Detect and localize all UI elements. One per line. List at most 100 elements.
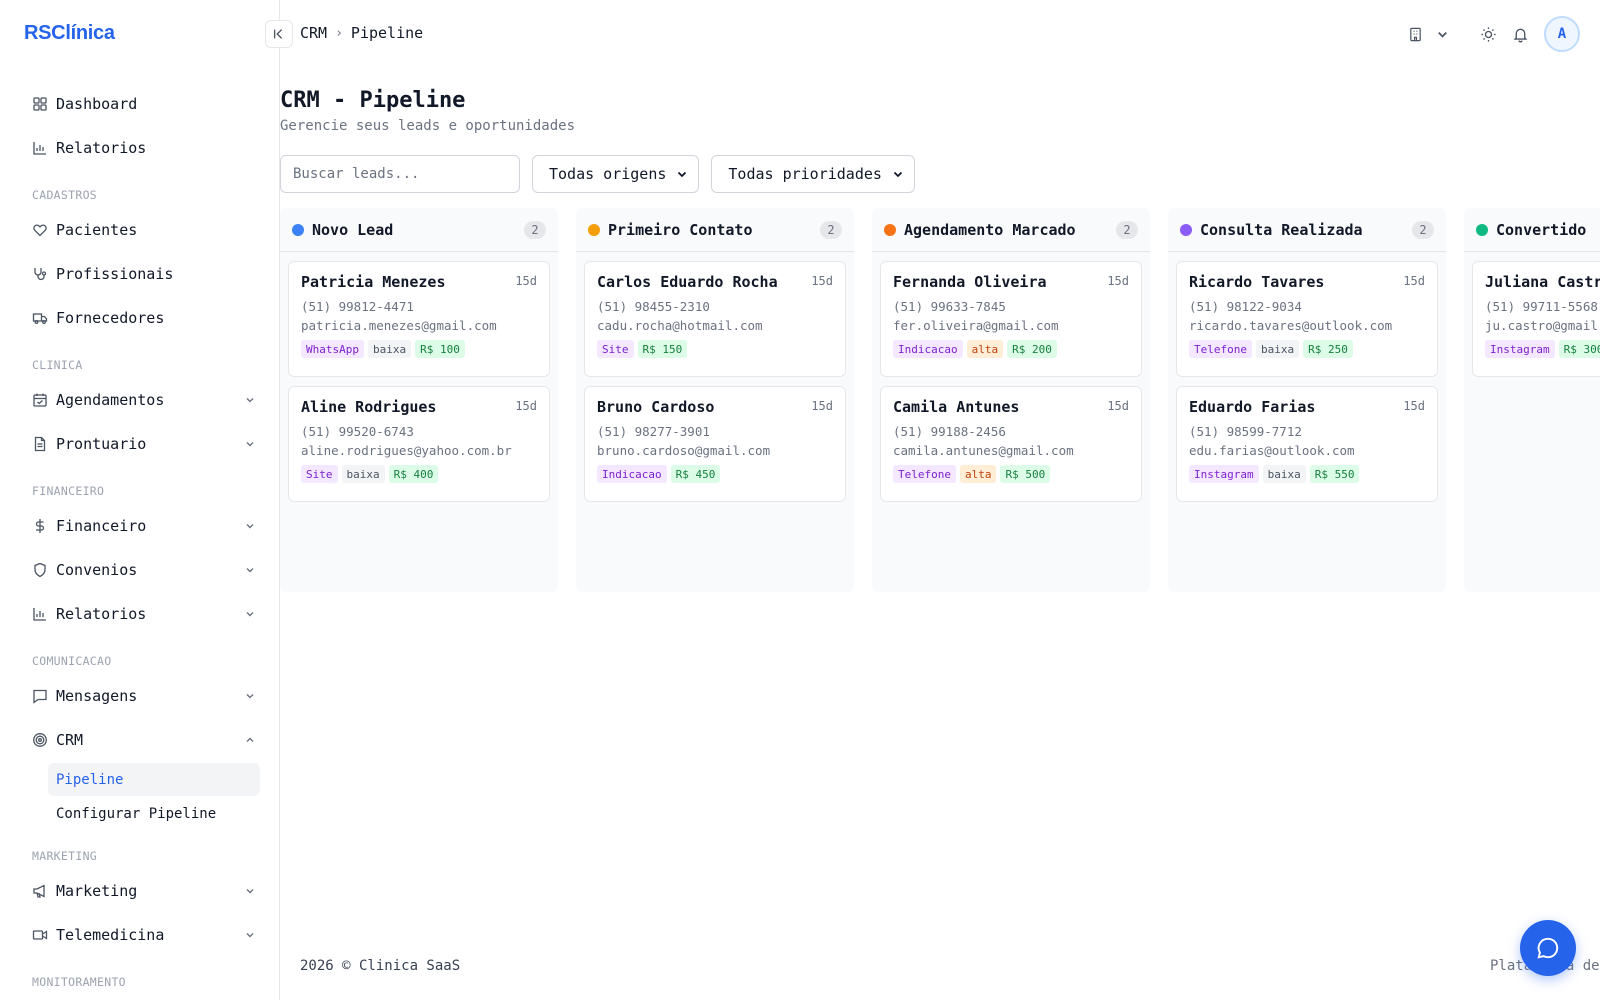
sidebar-item-label: Prontuario (56, 435, 147, 453)
bar-chart-icon (32, 606, 48, 622)
card-list: Carlos Eduardo Rocha 15d (51) 98455-2310 ca… (576, 252, 854, 511)
sidebar-item-label: Mensagens (56, 687, 138, 705)
section-heading: CADASTROS (32, 188, 98, 202)
chevron-down-icon (244, 438, 256, 450)
stage-color-dot (884, 223, 896, 236)
lead-phone: (51) 99188-2456 (893, 424, 1006, 439)
sidebar-item-dashboard[interactable]: Dashboard (0, 82, 279, 126)
lead-name: Patricia Menezes (301, 273, 446, 291)
lead-age: 15d (515, 399, 537, 413)
column-header: Convertido (1464, 208, 1600, 252)
lead-name: Camila Antunes (893, 398, 1020, 416)
page-subtitle: Gerencie seus leads e oportunidades (280, 118, 576, 134)
page-title: CRM - Pipeline (280, 88, 466, 113)
sidebar-subitem-pipeline[interactable]: Pipeline (48, 763, 260, 796)
sidebar-item-profissionais[interactable]: Profissionais (0, 252, 279, 296)
sidebar-item-fornecedores[interactable]: Fornecedores (0, 296, 279, 340)
chat-button[interactable] (1520, 920, 1576, 976)
sidebar-item-label: Relatorios (56, 139, 147, 157)
lead-age: 15d (1107, 274, 1129, 288)
sidebar-item-label: CRM (56, 731, 84, 749)
priority-select[interactable]: Todas prioridades (711, 155, 915, 193)
lead-name: Bruno Cardoso (597, 398, 715, 416)
pipeline-column-novo-lead: Novo Lead 2 Patricia Menezes 15d (51) 99812-… (280, 208, 558, 592)
sidebar-nav: Dashboard Relatorios CADASTROS Pacientes Pro… (0, 82, 279, 995)
lead-phone: (51) 98455-2310 (597, 299, 710, 314)
lead-phone: (51) 99520-6743 (301, 424, 414, 439)
sidebar-item-telemedicina[interactable]: Telemedicina (0, 913, 279, 957)
card-list: Juliana Castr (51) 99711-5568 ju.castro@gm… (1464, 252, 1600, 386)
lead-card[interactable]: Ricardo Tavares 15d (51) 98122-9034 ricardo… (1176, 261, 1438, 377)
lead-email: cadu.rocha@hotmail.com (597, 318, 763, 333)
column-title: Agendamento Marcado (904, 220, 1076, 239)
value-tag: R$ 200 (1007, 340, 1057, 358)
source-tag: Telefone (1189, 340, 1252, 358)
chevron-down-icon (244, 394, 256, 406)
stethoscope-icon (32, 266, 48, 282)
sidebar-item-relatorios[interactable]: Relatorios (0, 126, 279, 170)
lead-card[interactable]: Patricia Menezes 15d (51) 99812-4471 patric… (288, 261, 550, 377)
sidebar: RSClínica Dashboard Relatorios CADASTROS Pa… (0, 0, 280, 1000)
megaphone-icon (32, 883, 48, 899)
search-input[interactable]: Buscar leads... (280, 155, 520, 193)
lead-email: bruno.cardoso@gmail.com (597, 443, 771, 458)
lead-card[interactable]: Carlos Eduardo Rocha 15d (51) 98455-2310 ca… (584, 261, 846, 377)
chevron-down-icon (244, 608, 256, 620)
lead-age: 15d (1403, 399, 1425, 413)
chevron-down-icon (244, 885, 256, 897)
lead-age: 15d (1107, 399, 1129, 413)
value-tag: R$ 100 (415, 340, 465, 358)
lead-tags: Instagram R$ 300 (1485, 340, 1600, 358)
column-title: Primeiro Contato (608, 220, 753, 239)
lead-email: edu.farias@outlook.com (1189, 443, 1355, 458)
value-tag: R$ 250 (1303, 340, 1353, 358)
lead-email: camila.antunes@gmail.com (893, 443, 1074, 458)
lead-email: ju.castro@gmail (1485, 318, 1598, 333)
shield-icon (32, 562, 48, 578)
lead-card[interactable]: Fernanda Oliveira 15d (51) 99633-7845 fer.o… (880, 261, 1142, 377)
stage-color-dot (1476, 223, 1488, 236)
sidebar-item-pacientes[interactable]: Pacientes (0, 208, 279, 252)
main-content: CRM - Pipeline Gerencie seus leads e opo… (280, 0, 1600, 1000)
column-title: Consulta Realizada (1200, 220, 1363, 239)
priority-select-value: Todas prioridades (728, 165, 882, 183)
bar-chart-icon (32, 140, 48, 156)
lead-card[interactable]: Eduardo Farias 15d (51) 98599-7712 edu.fari… (1176, 386, 1438, 502)
section-heading: FINANCEIRO (32, 484, 105, 498)
lead-name: Ricardo Tavares (1189, 273, 1325, 291)
lead-card[interactable]: Aline Rodrigues 15d (51) 99520-6743 aline.r… (288, 386, 550, 502)
priority-tag: baixa (367, 340, 412, 358)
pipeline-column-convertido: Convertido Juliana Castr (51) 99711-5568 ju… (1464, 208, 1600, 592)
origin-select[interactable]: Todas origens (532, 155, 700, 193)
lead-tags: Indicacao alta R$ 200 (893, 340, 1129, 358)
chevron-down-icon (244, 564, 256, 576)
sidebar-item-label: Dashboard (56, 95, 138, 113)
lead-card[interactable]: Juliana Castr (51) 99711-5568 ju.castro@gm… (1472, 261, 1600, 377)
sidebar-item-financeiro[interactable]: Financeiro (0, 504, 279, 548)
sidebar-item-label: Agendamentos (56, 391, 165, 409)
lead-email: aline.rodrigues@yahoo.com.br (301, 443, 512, 458)
sidebar-item-mensagens[interactable]: Mensagens (0, 674, 279, 718)
sidebar-item-prontuario[interactable]: Prontuario (0, 422, 279, 466)
lead-card[interactable]: Camila Antunes 15d (51) 99188-2456 camila.a… (880, 386, 1142, 502)
chevron-down-icon (678, 171, 687, 178)
file-icon (32, 436, 48, 452)
lead-tags: Telefone alta R$ 500 (893, 465, 1129, 483)
chat-bubble-icon (1537, 937, 1559, 959)
sidebar-item-marketing[interactable]: Marketing (0, 869, 279, 913)
sidebar-item-relatorios[interactable]: Relatorios (0, 592, 279, 636)
sidebar-item-convenios[interactable]: Convenios (0, 548, 279, 592)
sidebar-subitem-configurar-pipeline[interactable]: Configurar Pipeline (48, 797, 260, 830)
sidebar-item-agendamentos[interactable]: Agendamentos (0, 378, 279, 422)
origin-select-value: Todas origens (549, 165, 667, 183)
source-tag: WhatsApp (301, 340, 364, 358)
lead-age: 15d (811, 399, 833, 413)
lead-name: Aline Rodrigues (301, 398, 437, 416)
lead-card[interactable]: Bruno Cardoso 15d (51) 98277-3901 bruno.car… (584, 386, 846, 502)
stage-color-dot (292, 223, 304, 236)
column-header: Novo Lead 2 (280, 208, 558, 252)
column-title: Novo Lead (312, 220, 394, 239)
value-tag: R$ 150 (637, 340, 688, 358)
brand-logo[interactable]: RSClínica (24, 22, 115, 45)
sidebar-item-crm[interactable]: CRM (0, 718, 279, 762)
